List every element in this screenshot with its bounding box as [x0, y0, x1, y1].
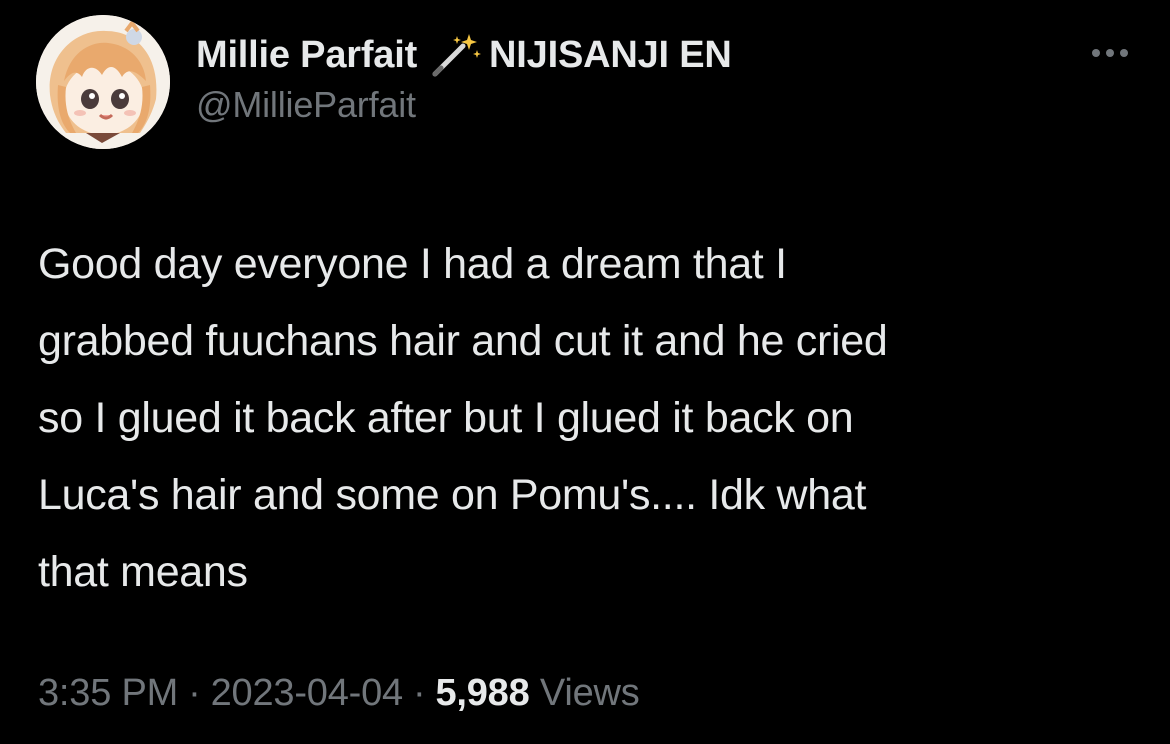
- display-name[interactable]: Millie Parfait: [196, 34, 417, 77]
- author-handle[interactable]: @MillieParfait: [196, 84, 732, 126]
- more-options-dots-icon: [1106, 49, 1114, 57]
- affiliation-label: NIJISANJI EN: [489, 33, 732, 76]
- meta-separator: ·: [188, 672, 201, 714]
- name-row: Millie Parfait NIJISANJI EN: [196, 30, 732, 80]
- tweet-date[interactable]: 2023-04-04: [211, 672, 404, 714]
- tweet-text-line: that means: [38, 548, 248, 596]
- author-header: Millie Parfait NIJISANJI EN @MillieParfa…: [196, 30, 732, 126]
- tweet: Millie Parfait NIJISANJI EN @MillieParfa…: [0, 0, 1170, 744]
- views-count[interactable]: 5,988: [435, 672, 529, 714]
- more-options-button[interactable]: [1080, 36, 1140, 70]
- more-options-dots-icon: [1120, 49, 1128, 57]
- tweet-time[interactable]: 3:35 PM: [38, 672, 178, 714]
- tweet-text-line: grabbed fuuchans hair and cut it and he …: [38, 317, 888, 365]
- meta-separator: ·: [412, 672, 426, 714]
- tweet-text-line: so I glued it back after but I glued it …: [38, 394, 854, 442]
- tweet-text-line: Good day everyone I had a dream that I: [38, 240, 787, 288]
- tweet-meta: 3:35 PM · 2023-04-04 · 5,988 Views: [38, 672, 640, 715]
- avatar[interactable]: [36, 15, 170, 149]
- tweet-text: Good day everyone I had a dream that I g…: [38, 226, 1128, 611]
- views-label[interactable]: Views: [540, 672, 640, 714]
- tweet-text-line: Luca's hair and some on Pomu's.... Idk w…: [38, 471, 867, 519]
- anime-girl-avatar-icon: [36, 15, 170, 149]
- more-options-dots-icon: [1092, 49, 1100, 57]
- magic-wand-sparkle-icon: [427, 32, 483, 78]
